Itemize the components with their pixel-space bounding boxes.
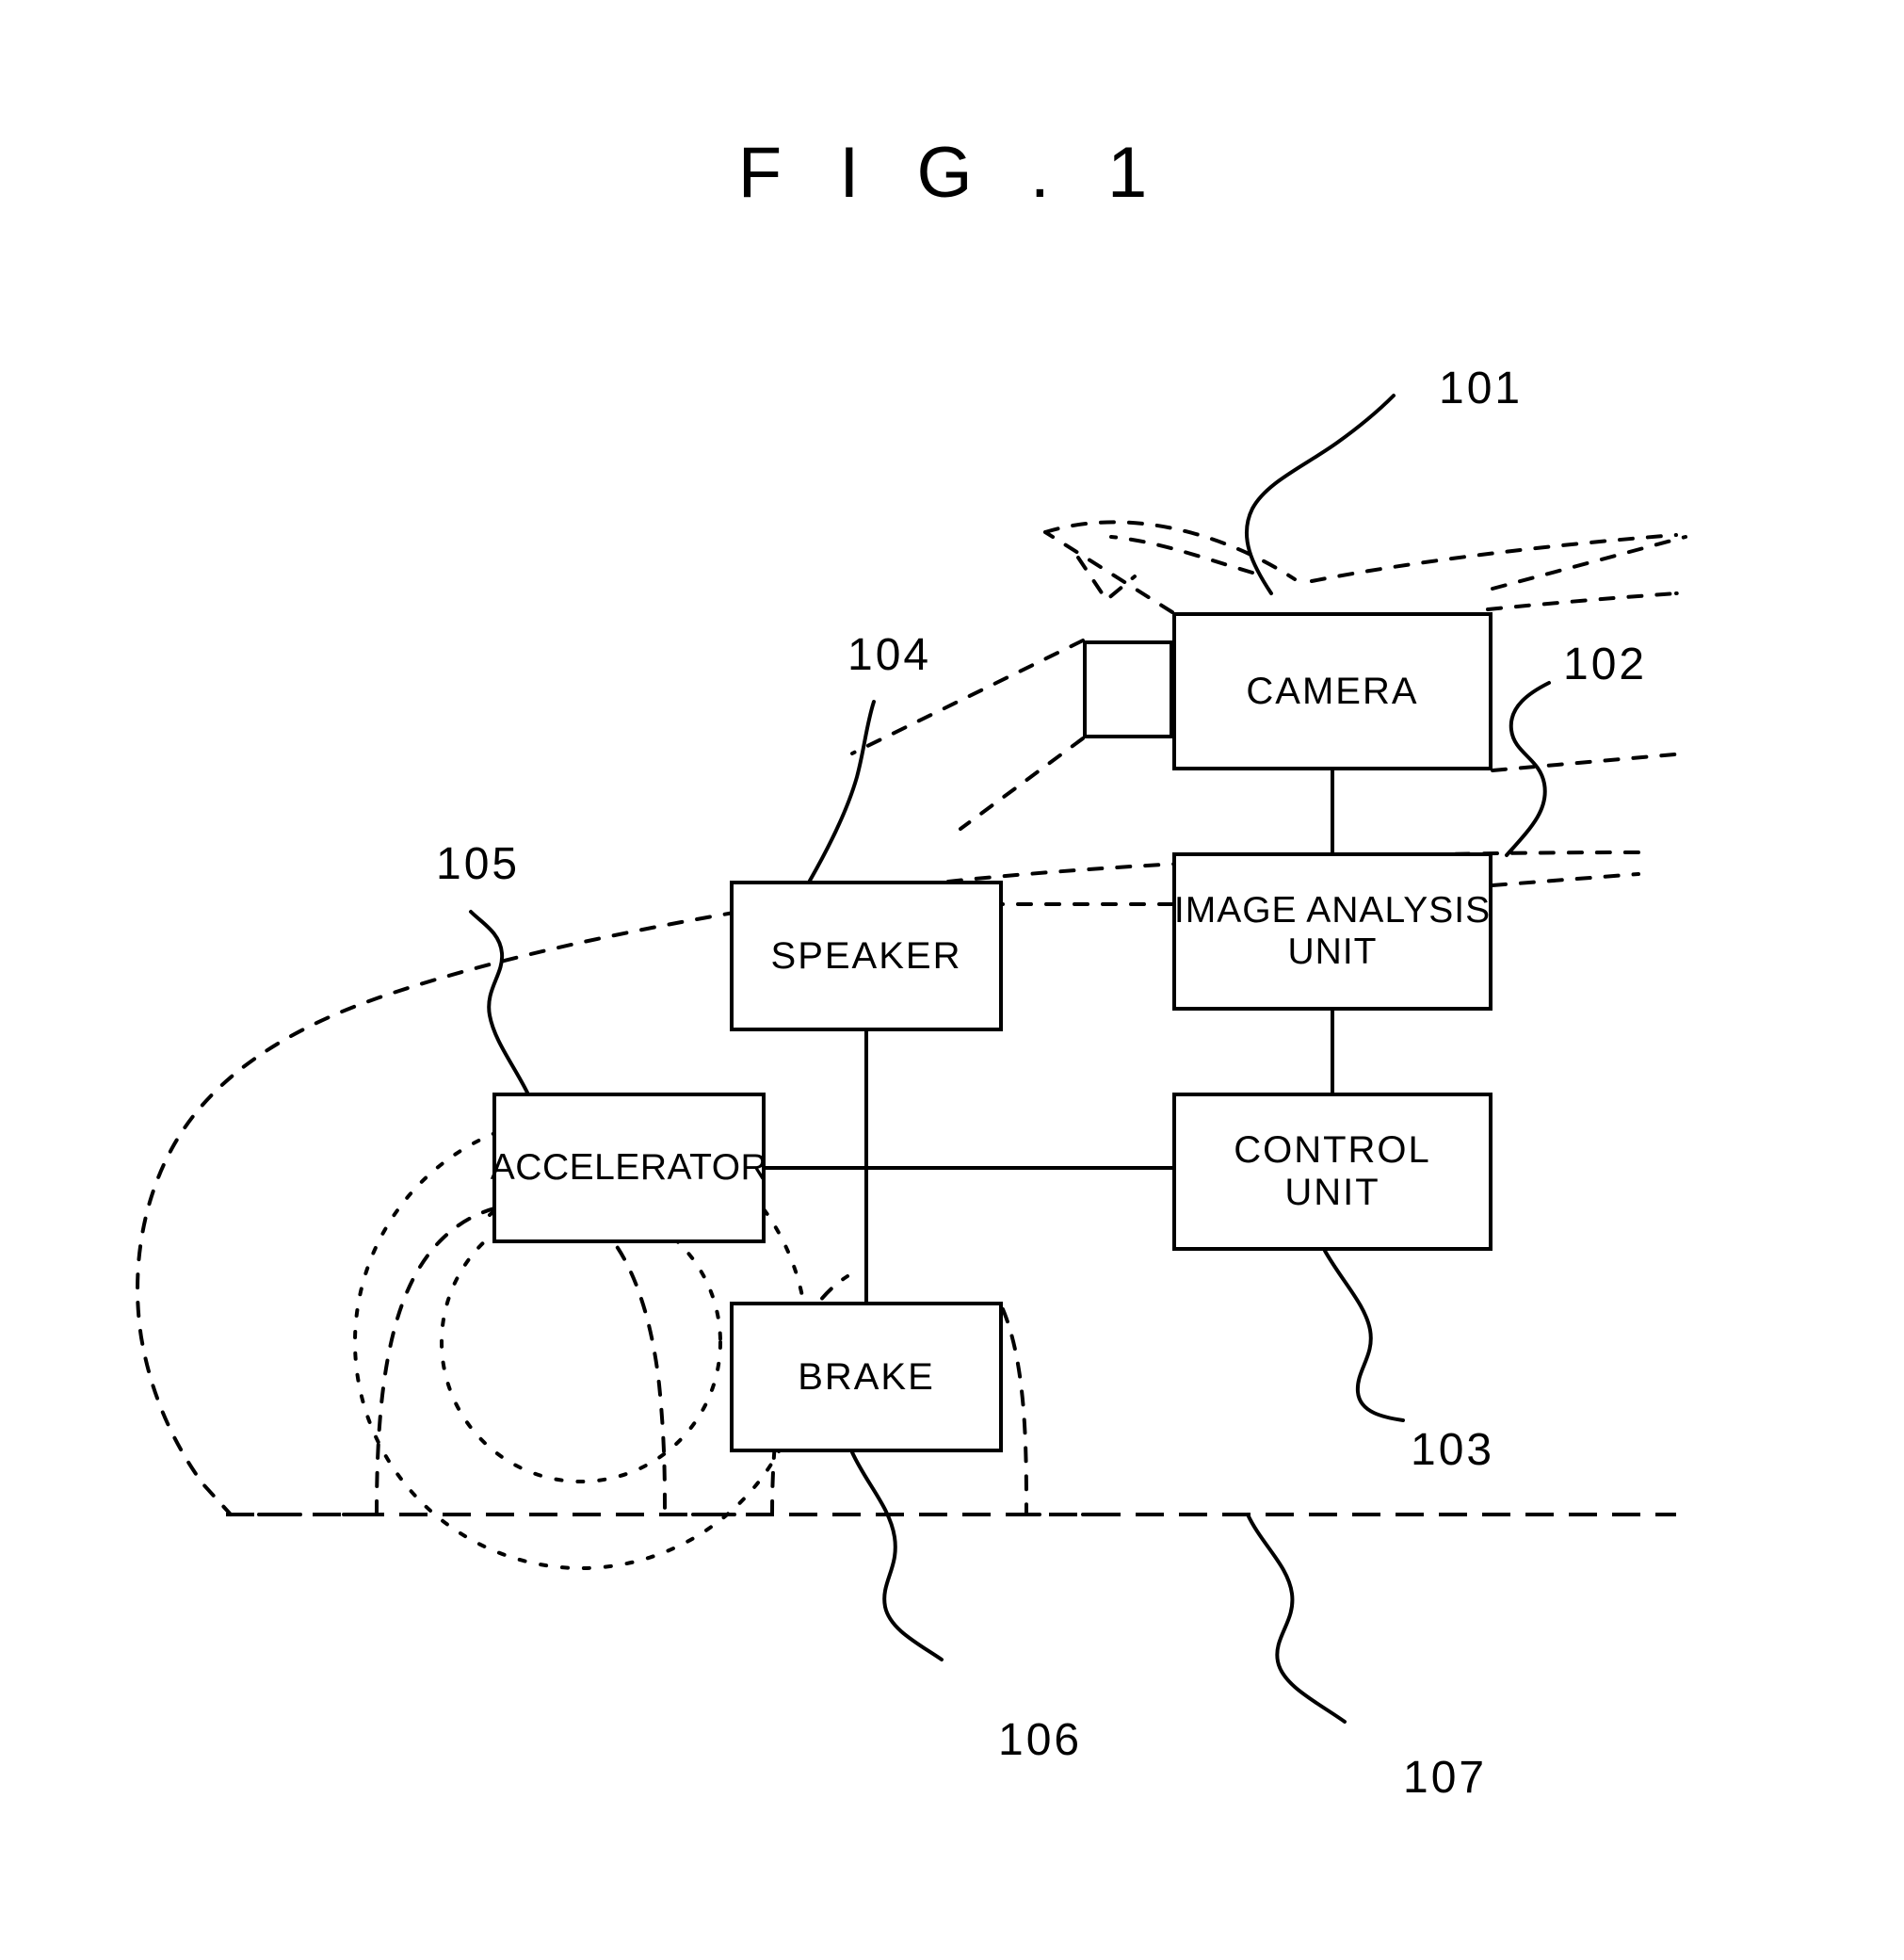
accelerator-block[interactable]: ACCELERATOR [490, 1093, 768, 1243]
image-unit-dash-right [1491, 872, 1640, 887]
speaker-label: SPEAKER [770, 934, 962, 977]
windshield-lower-line [1486, 591, 1683, 611]
reference-numeral-106: 106 [998, 1715, 1083, 1765]
leader-103 [1323, 1249, 1405, 1422]
wheel-arch-front-right [1001, 1307, 1028, 1516]
reference-numeral-102: 102 [1563, 640, 1648, 689]
leader-107 [1246, 1513, 1347, 1724]
camera-block[interactable]: CAMERA [1172, 612, 1493, 770]
speaker-block[interactable]: SPEAKER [730, 881, 1003, 1031]
wheel-arch-rear [375, 1201, 578, 1516]
reference-numeral-103: 103 [1411, 1425, 1495, 1475]
camera-leader-v-mark [1076, 556, 1137, 603]
windshield-lines-group [1109, 533, 1683, 611]
leader-104 [808, 700, 876, 883]
accelerator-label: ACCELERATOR [490, 1147, 768, 1189]
control-unit-label: CONTROL UNIT [1234, 1129, 1431, 1213]
camera-lens-block[interactable] [1083, 640, 1173, 738]
hood-dash-right-lower [1491, 752, 1687, 772]
wheel-inner-circle [440, 1201, 722, 1483]
camera-block-label: CAMERA [1246, 670, 1419, 712]
reference-numeral-105: 105 [436, 839, 521, 889]
camera-leader-to-hood-top [1043, 530, 1174, 614]
windshield-upper-line [1310, 533, 1678, 583]
brake-block[interactable]: BRAKE [730, 1302, 1003, 1452]
brake-label: BRAKE [798, 1355, 935, 1398]
leader-105 [469, 910, 529, 1094]
wheel-arch-rear-right [574, 1208, 667, 1516]
hood-dash-right-upper [1491, 535, 1687, 591]
leader-106 [850, 1450, 944, 1661]
reference-numeral-104: 104 [847, 630, 932, 680]
control-unit-block[interactable]: CONTROL UNIT [1172, 1093, 1493, 1251]
camera-dash-down-left [959, 737, 1085, 831]
image-analysis-unit-label: IMAGE ANALYSIS UNIT [1173, 890, 1492, 972]
image-analysis-unit-block[interactable]: IMAGE ANALYSIS UNIT [1172, 852, 1493, 1011]
hood-upper-dashed [1109, 535, 1254, 575]
reference-numeral-107: 107 [1403, 1753, 1488, 1803]
reference-numeral-101: 101 [1439, 364, 1524, 413]
reference-leaders-group [469, 394, 1551, 1724]
